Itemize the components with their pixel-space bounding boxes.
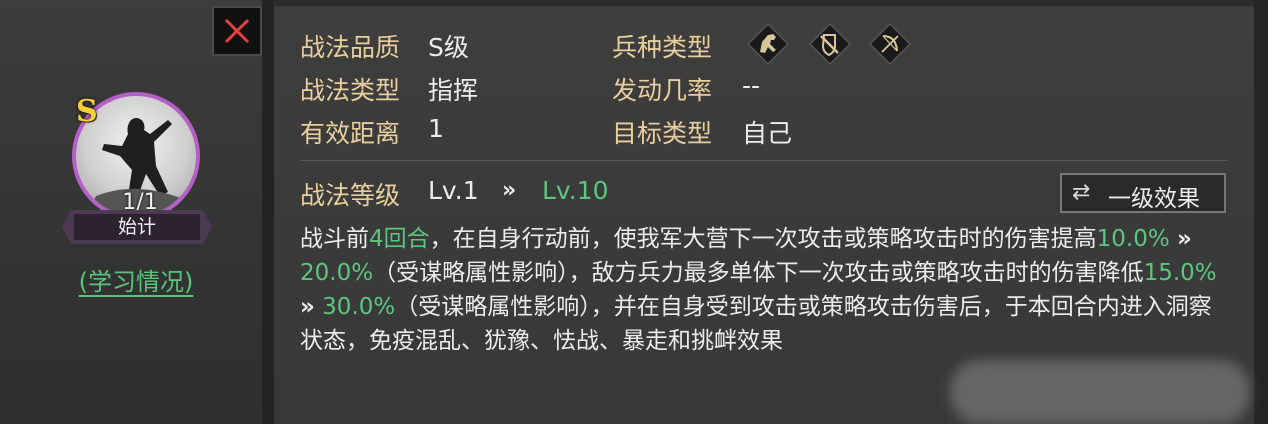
- desc-value: 30.0%: [322, 294, 396, 320]
- trigger-rate-label: 发动几率: [612, 76, 713, 105]
- desc-value: 20.0%: [300, 260, 374, 286]
- level-arrow-icon: »: [502, 178, 517, 203]
- background-smudge: [950, 360, 1250, 424]
- desc-text: （受谋略属性影响），敌方兵力最多单体下一次攻击或策略攻击时的伤害降低: [373, 260, 1144, 286]
- tactic-avatar: 1/1 S: [72, 92, 202, 222]
- shield-icon[interactable]: [808, 22, 852, 66]
- troop-type-label: 兵种类型: [612, 33, 713, 62]
- panel-edge: [1254, 0, 1268, 424]
- tactic-name: 始计: [74, 214, 200, 240]
- range-value: 1: [428, 114, 444, 143]
- panel-divider: [262, 0, 274, 424]
- quality-label: 战法品质: [300, 33, 401, 62]
- desc-value: 15.0%: [1143, 260, 1217, 286]
- type-value: 指挥: [428, 76, 479, 105]
- quality-value: S级: [428, 33, 469, 62]
- level-to: Lv.10: [542, 176, 609, 205]
- bow-icon[interactable]: [868, 22, 912, 66]
- grade-badge: S: [76, 94, 98, 129]
- desc-text: ，在自身行动前，使我军大营下一次攻击或策略攻击时的伤害提高: [429, 226, 1097, 252]
- target-label: 目标类型: [612, 119, 713, 148]
- swap-icon: ⇄: [1072, 180, 1091, 205]
- close-icon: [224, 18, 250, 44]
- desc-arrow-icon: »: [1177, 226, 1192, 252]
- cavalry-icon[interactable]: [746, 22, 790, 66]
- desc-rounds: 4回合: [369, 226, 430, 252]
- desc-arrow-icon: »: [300, 294, 315, 320]
- tactic-description: 战斗前4回合，在自身行动前，使我军大营下一次攻击或策略攻击时的伤害提高10.0%…: [300, 222, 1230, 358]
- trigger-rate-value: --: [742, 71, 761, 100]
- learn-status-link[interactable]: (学习情况): [70, 262, 202, 297]
- target-value: 自己: [742, 119, 793, 148]
- effect-button-label: 一级效果: [1108, 186, 1200, 212]
- section-divider: [300, 160, 1228, 161]
- close-button[interactable]: [212, 6, 262, 56]
- type-label: 战法类型: [300, 76, 401, 105]
- range-label: 有效距离: [300, 119, 401, 148]
- desc-text: （受谋略属性影响），并在自身受到攻击或策略攻击伤害后，于本回合内进入洞察状态，免…: [300, 294, 1212, 354]
- level-label: 战法等级: [300, 181, 401, 210]
- tactic-name-banner: 始计: [62, 210, 212, 244]
- desc-value: 10.0%: [1096, 226, 1170, 252]
- level-from: Lv.1: [428, 176, 479, 205]
- desc-text: 战斗前: [300, 226, 369, 252]
- level-one-effect-button[interactable]: ⇄ 一级效果: [1060, 173, 1226, 213]
